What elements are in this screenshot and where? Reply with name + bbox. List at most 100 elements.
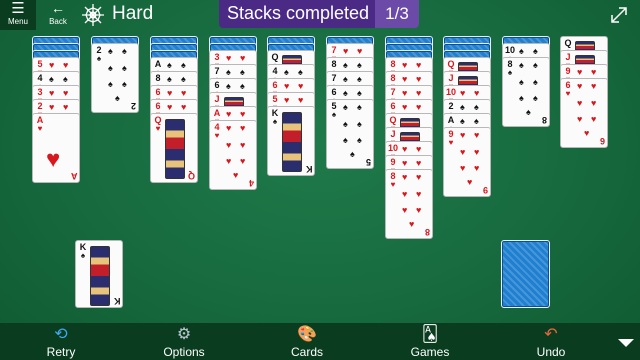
- suit-pip: ♥: [591, 67, 597, 77]
- suit-pip: ♥: [584, 128, 590, 138]
- suit-pip: ♥: [460, 88, 466, 98]
- suit-pip: ♠: [357, 135, 362, 145]
- suit-pip: ♠: [167, 74, 172, 84]
- suit-pip: ♥: [460, 163, 466, 173]
- suit-pip: ♥: [284, 95, 290, 105]
- suit-pip: ♠: [122, 46, 127, 56]
- card-rank-bottom: 5: [365, 157, 371, 167]
- back-button[interactable]: ← Back: [40, 0, 76, 30]
- chevron-down-icon[interactable]: [614, 336, 638, 350]
- stacks-completed-label: Stacks completed: [227, 3, 370, 23]
- suit-pip: ♥: [343, 46, 349, 56]
- menu-label: Menu: [7, 17, 28, 26]
- suit-pip: ♠: [357, 119, 362, 129]
- suit-pip: ♥: [402, 158, 408, 168]
- bottom-toolbar: ⟲ Retry ⚙ Options 🎨 Cards 🂡 Games ↶ Undo: [0, 323, 640, 360]
- suit-pip: ♥: [416, 102, 422, 112]
- suit-pip: ♠: [167, 60, 172, 70]
- card-suit: ♥: [390, 180, 396, 189]
- ace-pip: ♥: [46, 146, 61, 173]
- suit-pip: ♥: [298, 95, 304, 105]
- menu-button[interactable]: ☰ Menu: [0, 0, 36, 30]
- stock-pile[interactable]: [501, 240, 550, 308]
- suit-pip: ♥: [357, 46, 363, 56]
- card-suit: ♥: [214, 131, 220, 140]
- playing-card[interactable]: 6 ♥ ♥ ♥ ♥ ♥ ♥ ♥ ♥ 6: [560, 78, 608, 148]
- suit-pip: ♥: [467, 177, 473, 187]
- suit-pip: ♥: [181, 88, 187, 98]
- court-figure: [165, 119, 185, 179]
- suit-pip: ♥: [240, 123, 246, 133]
- suit-pip: ♥: [577, 114, 583, 124]
- fullscreen-icon[interactable]: [608, 4, 630, 26]
- suit-pip: ♠: [460, 102, 465, 112]
- card-rank-bottom: 8: [424, 227, 430, 237]
- undo-button[interactable]: ↶ Undo: [516, 325, 586, 359]
- suit-pip: ♠: [460, 116, 465, 126]
- playing-card[interactable]: 5 ♠ ♠ ♠ ♠ ♠ ♠ ♠ ♠ 5: [326, 99, 374, 169]
- suit-pip: ♠: [284, 67, 289, 77]
- playing-card[interactable]: 4 ♥ ♥ ♥ ♥ ♥ ♥ ♥ ♥ 4: [209, 120, 257, 190]
- cards-fan-icon: 🂡: [421, 326, 439, 343]
- suit-pip: ♠: [533, 46, 538, 56]
- suit-pip: ♠: [298, 67, 303, 77]
- card-rank-bottom: K: [305, 164, 313, 174]
- suit-pip: ♥: [409, 219, 415, 229]
- suit-pip: ♥: [181, 102, 187, 112]
- suit-pip: ♥: [226, 123, 232, 133]
- games-button[interactable]: 🂡 Games: [395, 325, 465, 359]
- card-rank-bottom: A: [70, 171, 78, 181]
- suit-pip: ♠: [343, 74, 348, 84]
- playing-card[interactable]: A ♥ ♥ A: [32, 113, 80, 183]
- palette-icon: 🎨: [297, 326, 317, 343]
- cards-button[interactable]: 🎨 Cards: [272, 325, 342, 359]
- suit-pip: ♠: [240, 67, 245, 77]
- playing-card[interactable]: 2 ♠ ♠ ♠ ♠ ♠ ♠ ♠ ♠ 2: [91, 43, 139, 113]
- card-suit: ♥: [155, 124, 161, 133]
- suit-pip: ♠: [350, 149, 355, 159]
- suit-pip: ♠: [357, 74, 362, 84]
- undo-icon: ↶: [544, 326, 558, 343]
- stacks-completed-count: 1/3: [375, 0, 419, 28]
- suit-pip: ♥: [233, 170, 239, 180]
- suit-pip: ♠: [519, 93, 524, 103]
- suit-pip: ♠: [533, 60, 538, 70]
- card-rank-bottom: Q: [187, 171, 195, 181]
- suit-pip: ♥: [240, 109, 246, 119]
- suit-pip: ♠: [49, 74, 54, 84]
- retry-button[interactable]: ⟲ Retry: [26, 325, 96, 359]
- card-suit: ♥: [448, 138, 454, 147]
- suit-pip: ♠: [519, 60, 524, 70]
- card-rank-bottom: 2: [130, 101, 136, 111]
- suit-pip: ♥: [474, 147, 480, 157]
- retry-label: Retry: [46, 345, 76, 359]
- suit-pip: ♥: [591, 81, 597, 91]
- suit-pip: ♥: [416, 60, 422, 70]
- suit-pip: ♠: [240, 81, 245, 91]
- playing-card[interactable]: 9 ♥ ♥ ♥ ♥ ♥ ♥ ♥ ♥ 9: [443, 127, 491, 197]
- suit-pip: ♠: [226, 67, 231, 77]
- suit-pip: ♠: [533, 93, 538, 103]
- suit-pip: ♠: [122, 63, 127, 73]
- suit-pip: ♠: [357, 60, 362, 70]
- suit-pip: ♠: [357, 102, 362, 112]
- card-suit: ♠: [80, 251, 86, 260]
- playing-card[interactable]: K ♠ K: [267, 106, 315, 176]
- suit-pip: ♠: [108, 46, 113, 56]
- suit-pip: ♠: [108, 79, 113, 89]
- suit-pip: ♠: [519, 77, 524, 87]
- suit-pip: ♥: [63, 60, 69, 70]
- suit-pip: ♠: [181, 74, 186, 84]
- suit-pip: ♥: [49, 102, 55, 112]
- suit-pip: ♥: [460, 147, 466, 157]
- suit-pip: ♠: [474, 102, 479, 112]
- suit-pip: ♥: [416, 74, 422, 84]
- retry-icon: ⟲: [54, 326, 68, 343]
- gear-icon: ⚙: [176, 326, 192, 343]
- playing-card[interactable]: Q ♥ Q: [150, 113, 198, 183]
- playing-card[interactable]: 8 ♥ ♥ ♥ ♥ ♥ ♥ ♥ ♥ 8: [385, 169, 433, 239]
- playing-card[interactable]: 8 ♠ ♠ ♠ ♠ ♠ ♠ ♠ ♠ 8: [502, 57, 550, 127]
- options-button[interactable]: ⚙ Options: [149, 325, 219, 359]
- suit-pip: ♥: [416, 144, 422, 154]
- suit-pip: ♥: [63, 88, 69, 98]
